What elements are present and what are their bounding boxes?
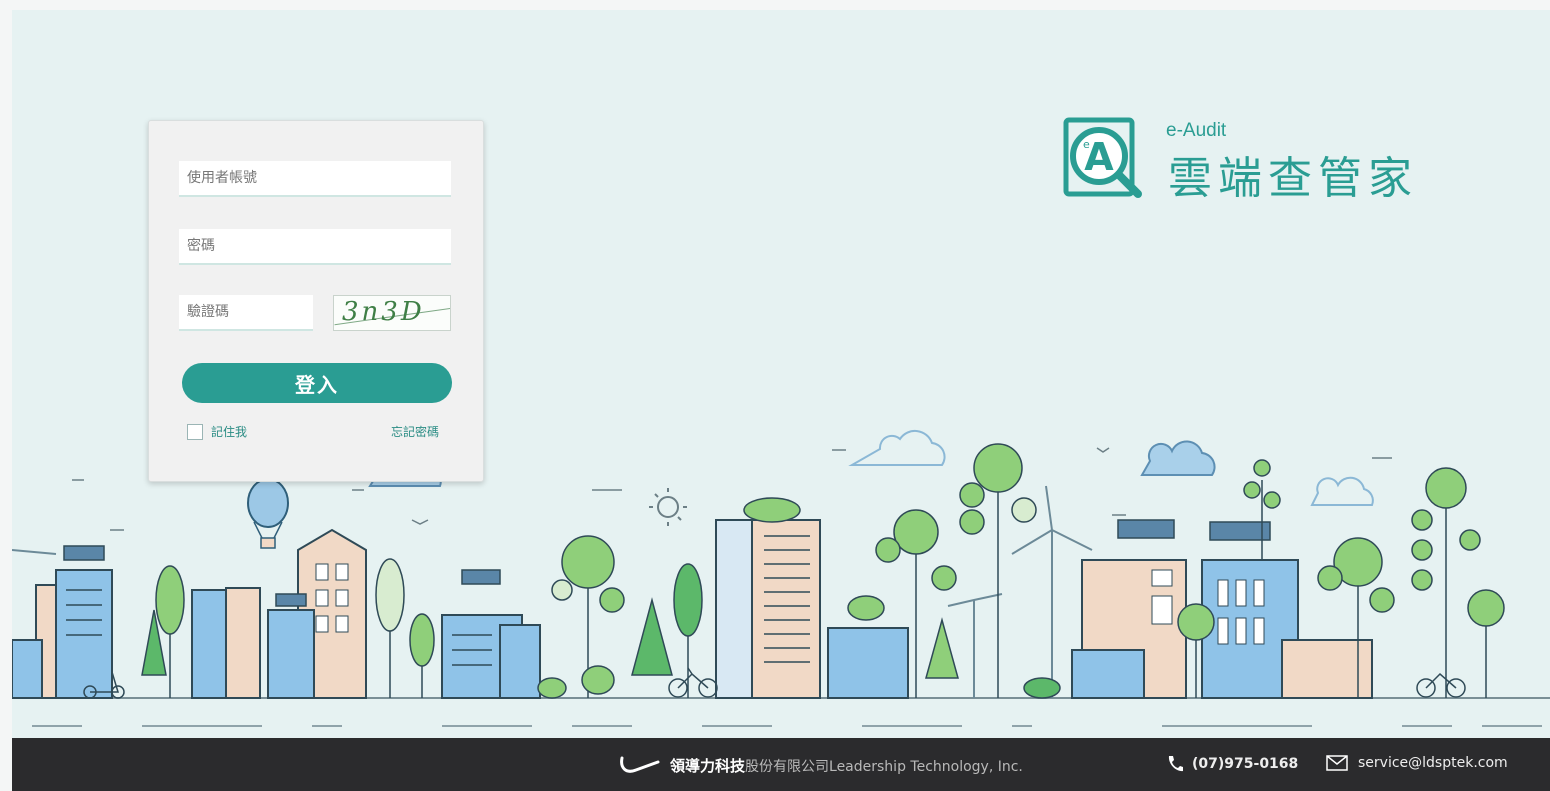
brand-tagline: e-Audit — [1166, 120, 1227, 141]
footer: 領導力科技 股份有限公司Leadership Technology, Inc. … — [12, 738, 1550, 791]
password-input[interactable] — [179, 229, 451, 265]
captcha-image[interactable]: 3n3D — [333, 295, 451, 331]
magnifier-a-icon: A e — [1063, 117, 1142, 198]
username-input[interactable] — [179, 161, 451, 197]
phone-icon — [1168, 756, 1183, 772]
captcha-text: 3n3D — [342, 297, 425, 327]
login-background: A e e-Audit 雲端查管家 3n3D 登入 記住我 忘記密碼 — [12, 10, 1550, 738]
company-info: 領導力科技 股份有限公司Leadership Technology, Inc. — [618, 755, 1023, 776]
captcha-input[interactable] — [179, 295, 313, 331]
remember-me-checkbox[interactable] — [187, 423, 203, 440]
login-button[interactable]: 登入 — [182, 363, 452, 403]
company-name: 領導力科技 — [670, 757, 746, 775]
email-contact[interactable]: service@ldsptek.com — [1326, 755, 1508, 771]
forgot-password-link[interactable]: 忘記密碼 — [391, 423, 439, 440]
email-address: service@ldsptek.com — [1358, 755, 1508, 771]
company-logo-icon — [620, 756, 660, 773]
brand-title: 雲端查管家 — [1168, 153, 1418, 204]
remember-me[interactable]: 記住我 — [187, 423, 247, 440]
brand: A e e-Audit 雲端查管家 — [1062, 116, 1472, 206]
company-fullname: 股份有限公司Leadership Technology, Inc. — [745, 758, 1023, 775]
mail-icon — [1326, 755, 1348, 771]
svg-text:e: e — [1083, 138, 1090, 151]
phone-contact[interactable]: (07)975-0168 — [1166, 755, 1298, 773]
login-panel: 3n3D 登入 記住我 忘記密碼 — [148, 120, 484, 482]
remember-me-label: 記住我 — [211, 425, 248, 439]
phone-number: (07)975-0168 — [1192, 756, 1299, 772]
